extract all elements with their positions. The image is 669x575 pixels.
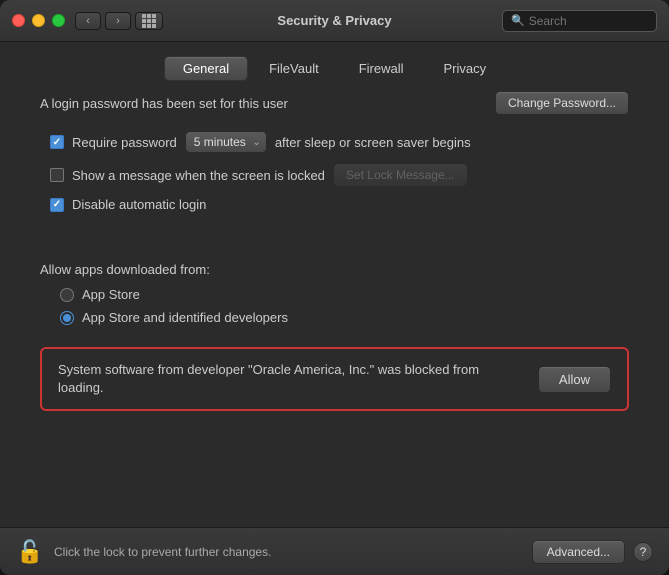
advanced-button[interactable]: Advanced... <box>532 540 625 564</box>
search-icon: 🔍 <box>511 14 525 27</box>
footer: 🔓 Click the lock to prevent further chan… <box>0 527 669 575</box>
disable-login-label: Disable automatic login <box>72 197 206 212</box>
require-password-label: Require password <box>72 135 177 150</box>
close-button[interactable] <box>12 14 25 27</box>
app-store-identified-label: App Store and identified developers <box>82 310 288 325</box>
radio-app-store[interactable]: App Store <box>60 287 629 302</box>
window-title: Security & Privacy <box>277 13 391 28</box>
grid-icon <box>142 14 156 28</box>
forward-button[interactable]: › <box>105 12 131 30</box>
login-message: A login password has been set for this u… <box>40 96 495 111</box>
show-message-label: Show a message when the screen is locked <box>72 168 325 183</box>
search-box[interactable]: 🔍 <box>502 10 657 32</box>
divider <box>40 222 629 262</box>
tab-filevault[interactable]: FileVault <box>250 56 338 81</box>
help-button[interactable]: ? <box>633 542 653 562</box>
blocked-text: System software from developer "Oracle A… <box>58 361 526 397</box>
lock-button[interactable]: 🔓 <box>16 538 44 566</box>
require-password-suffix: after sleep or screen saver begins <box>275 135 471 150</box>
allow-button[interactable]: Allow <box>538 366 611 393</box>
minimize-button[interactable] <box>32 14 45 27</box>
app-grid-button[interactable] <box>135 12 163 30</box>
titlebar: ‹ › Security & Privacy 🔍 <box>0 0 669 42</box>
tabs-bar: General FileVault Firewall Privacy <box>0 42 669 91</box>
set-lock-message-button[interactable]: Set Lock Message... <box>333 163 468 187</box>
window: ‹ › Security & Privacy 🔍 General FileVau… <box>0 0 669 575</box>
allow-apps-title: Allow apps downloaded from: <box>40 262 629 277</box>
nav-buttons: ‹ › <box>75 12 131 30</box>
back-button[interactable]: ‹ <box>75 12 101 30</box>
content: General FileVault Firewall Privacy A log… <box>0 42 669 575</box>
lock-message: Click the lock to prevent further change… <box>54 545 532 559</box>
change-password-button[interactable]: Change Password... <box>495 91 629 115</box>
radio-inner-dot <box>63 314 71 322</box>
radio-app-store-identified[interactable]: App Store and identified developers <box>60 310 629 325</box>
require-password-row: Require password 5 minutes after sleep o… <box>50 131 629 153</box>
tab-firewall[interactable]: Firewall <box>340 56 423 81</box>
disable-login-row: Disable automatic login <box>50 197 629 212</box>
tab-general[interactable]: General <box>164 56 248 81</box>
require-password-dropdown[interactable]: 5 minutes <box>185 131 267 153</box>
main-content: A login password has been set for this u… <box>0 91 669 527</box>
traffic-lights <box>12 14 65 27</box>
lock-icon: 🔓 <box>16 539 43 565</box>
login-row: A login password has been set for this u… <box>40 91 629 115</box>
search-input[interactable] <box>529 14 648 28</box>
allow-apps-section: Allow apps downloaded from: App Store Ap… <box>40 262 629 333</box>
radio-app-store-identified-button[interactable] <box>60 311 74 325</box>
blocked-box: System software from developer "Oracle A… <box>40 347 629 411</box>
maximize-button[interactable] <box>52 14 65 27</box>
radio-app-store-button[interactable] <box>60 288 74 302</box>
show-message-checkbox[interactable] <box>50 168 64 182</box>
require-password-checkbox[interactable] <box>50 135 64 149</box>
tab-privacy[interactable]: Privacy <box>425 56 506 81</box>
show-message-row: Show a message when the screen is locked… <box>50 163 629 187</box>
disable-login-checkbox[interactable] <box>50 198 64 212</box>
app-store-label: App Store <box>82 287 140 302</box>
